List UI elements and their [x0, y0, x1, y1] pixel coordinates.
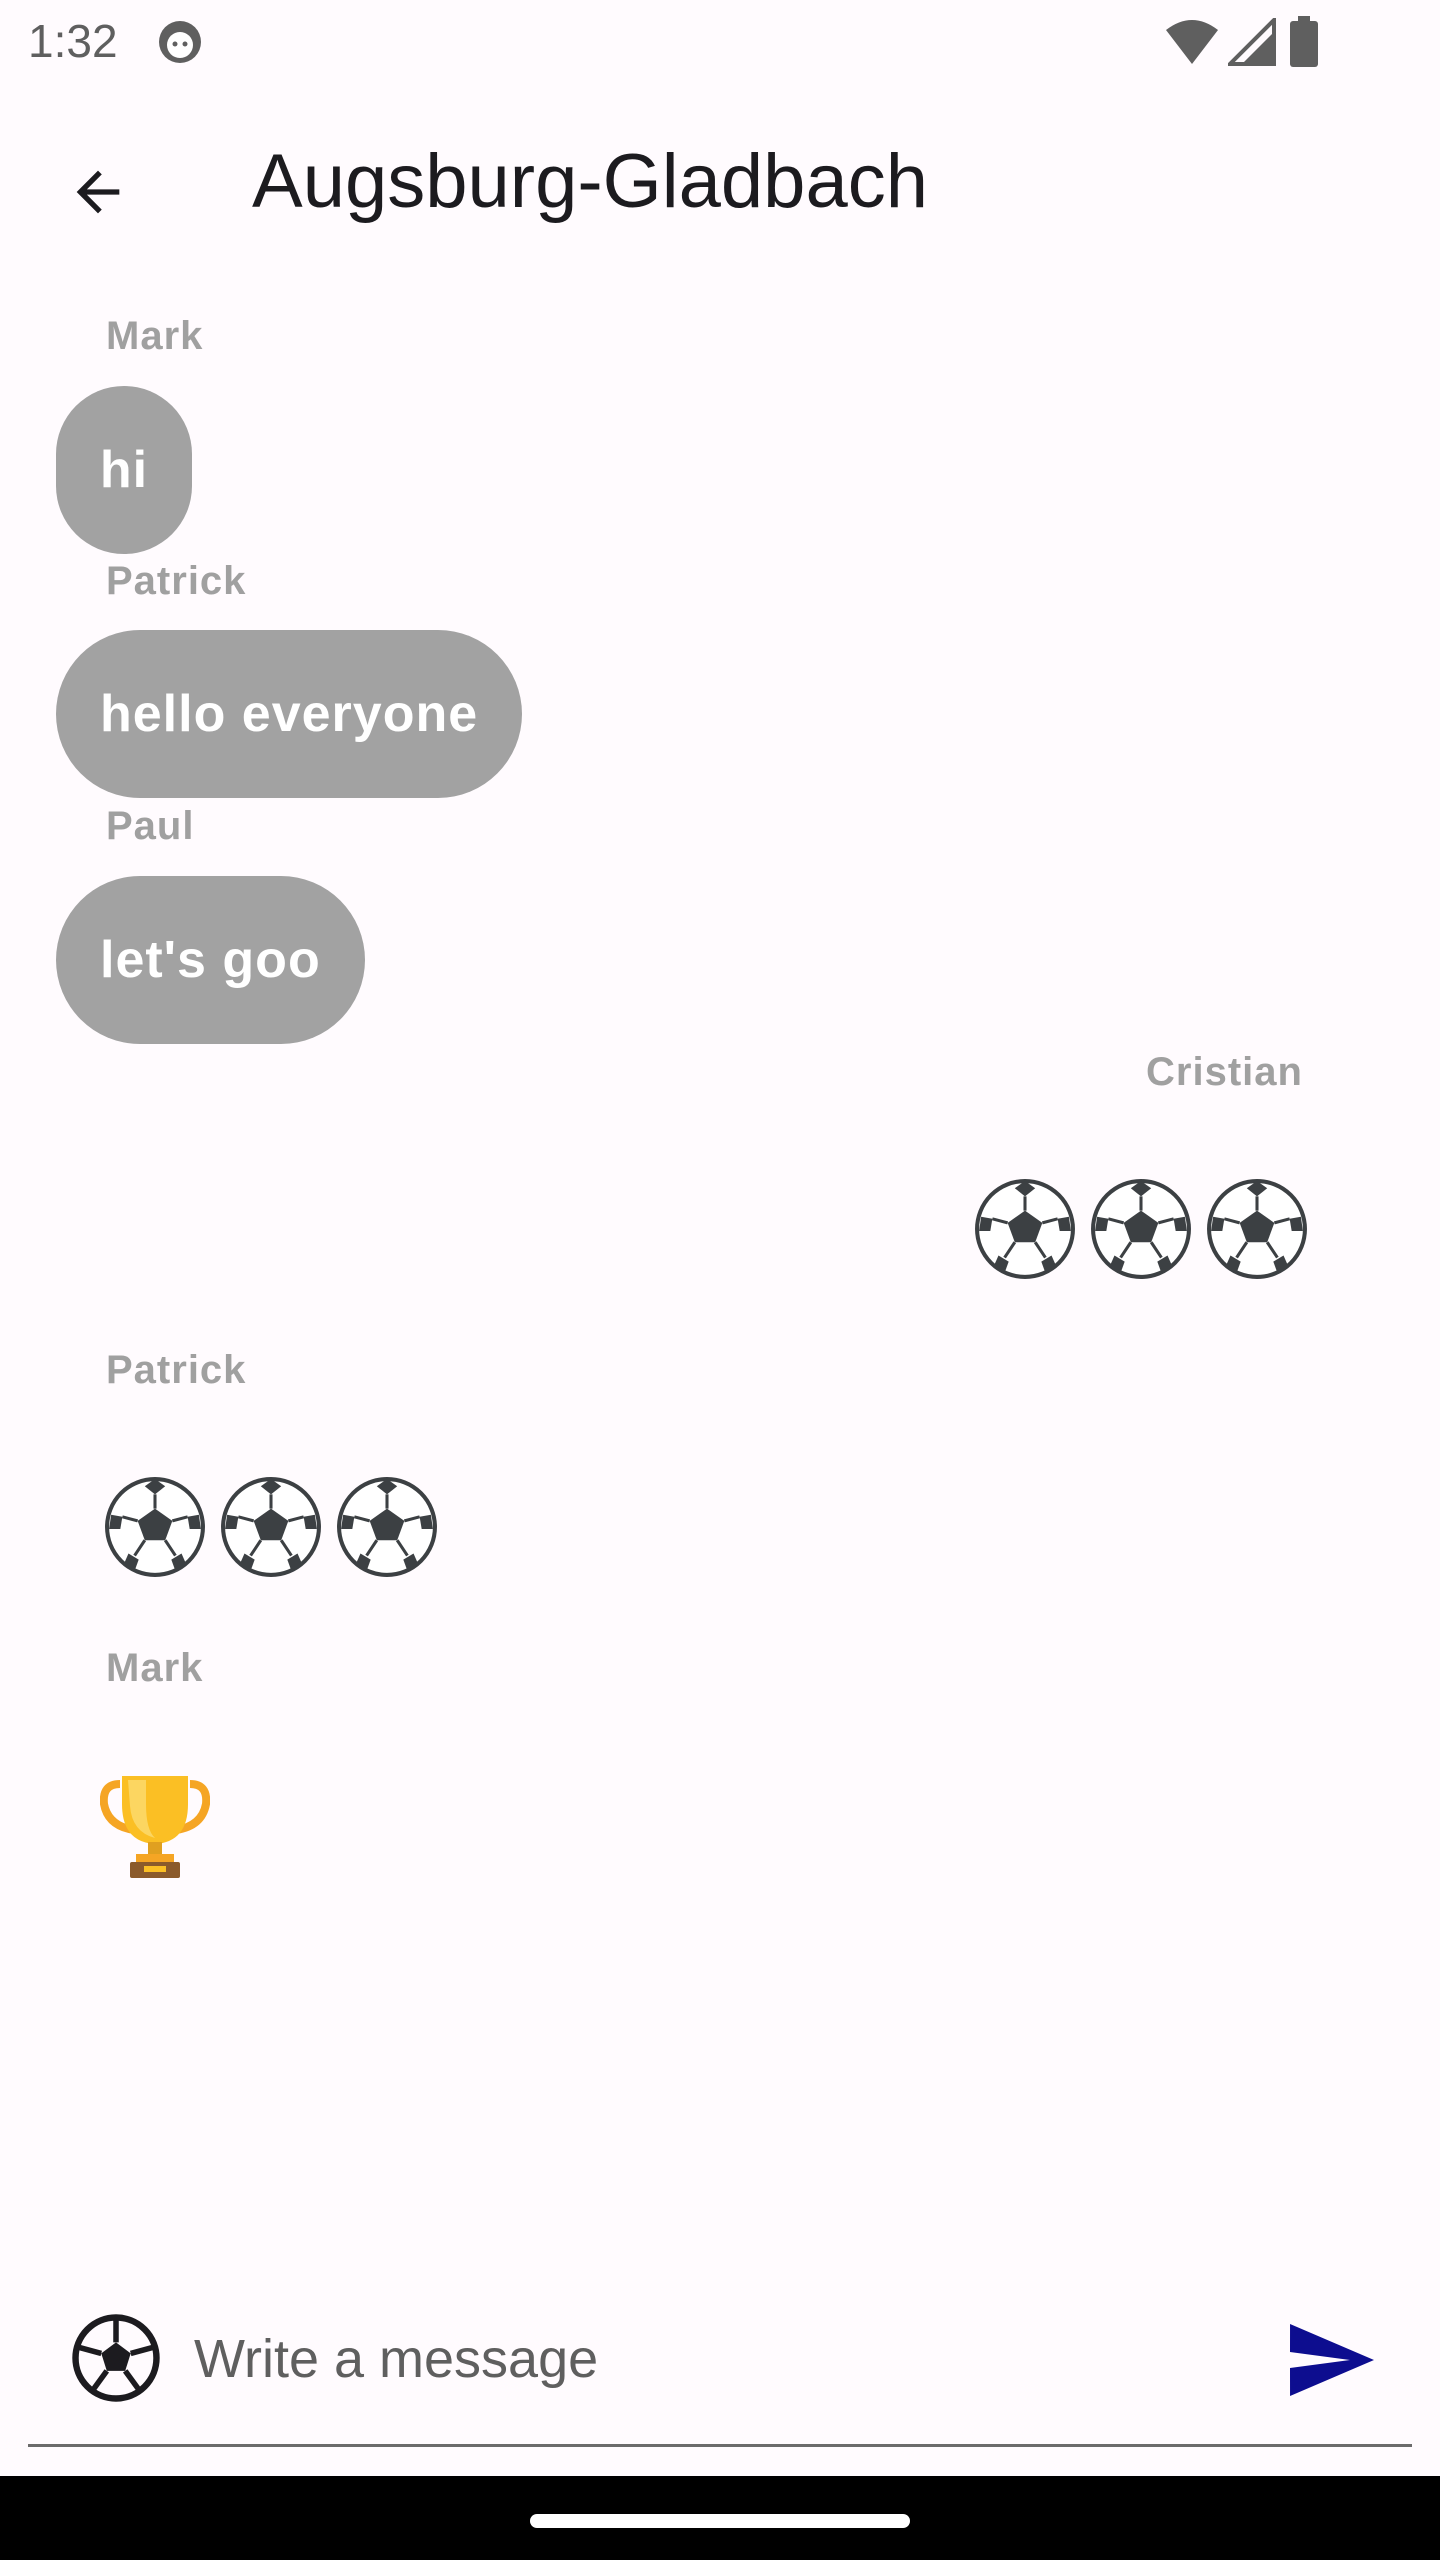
message-bubble[interactable]: let's goo: [56, 876, 365, 1044]
wifi-icon: [1166, 20, 1218, 64]
message-composer: [28, 2290, 1412, 2450]
message-sender: Cristian: [1146, 1050, 1303, 1094]
page-title: Augsburg-Gladbach: [252, 139, 928, 224]
emoji-message[interactable]: [974, 1178, 1308, 1280]
status-time: 1:32: [28, 15, 118, 67]
message-sender: Patrick: [106, 1348, 247, 1392]
message-input[interactable]: [194, 2304, 1244, 2414]
battery-icon: [1290, 16, 1318, 67]
back-button[interactable]: [40, 134, 156, 250]
signal-icon: [1228, 18, 1276, 66]
input-underline: [28, 2444, 1412, 2447]
message-sender: Mark: [106, 314, 204, 358]
soccer-ball-icon[interactable]: [70, 2312, 162, 2404]
app-bar: Augsburg-Gladbach: [0, 84, 1440, 274]
arrow-back-icon: [76, 170, 120, 214]
message-bubble[interactable]: hello everyone: [56, 630, 523, 798]
message-sender: Mark: [106, 1646, 204, 1690]
emoji-message[interactable]: [104, 1476, 438, 1578]
send-icon[interactable]: [1282, 2312, 1378, 2408]
status-bar: 1:32: [0, 0, 1440, 84]
soccer-ball-emoji: [974, 1178, 1076, 1280]
message-sender: Patrick: [106, 559, 247, 603]
trophy-emoji: [100, 1776, 210, 1878]
soccer-ball-emoji: [336, 1476, 438, 1578]
soccer-ball-emoji: [104, 1476, 206, 1578]
home-gesture-handle[interactable]: [530, 2514, 910, 2528]
message-bubble[interactable]: hi: [56, 386, 192, 554]
navigation-bar: [0, 2476, 1440, 2560]
soccer-ball-emoji: [220, 1476, 322, 1578]
app-notification-icon: [159, 21, 201, 63]
soccer-ball-emoji: [1090, 1178, 1192, 1280]
status-icons: [1164, 16, 1344, 70]
message-sender: Paul: [106, 804, 195, 848]
soccer-ball-emoji: [1206, 1178, 1308, 1280]
emoji-message[interactable]: [100, 1770, 210, 1880]
